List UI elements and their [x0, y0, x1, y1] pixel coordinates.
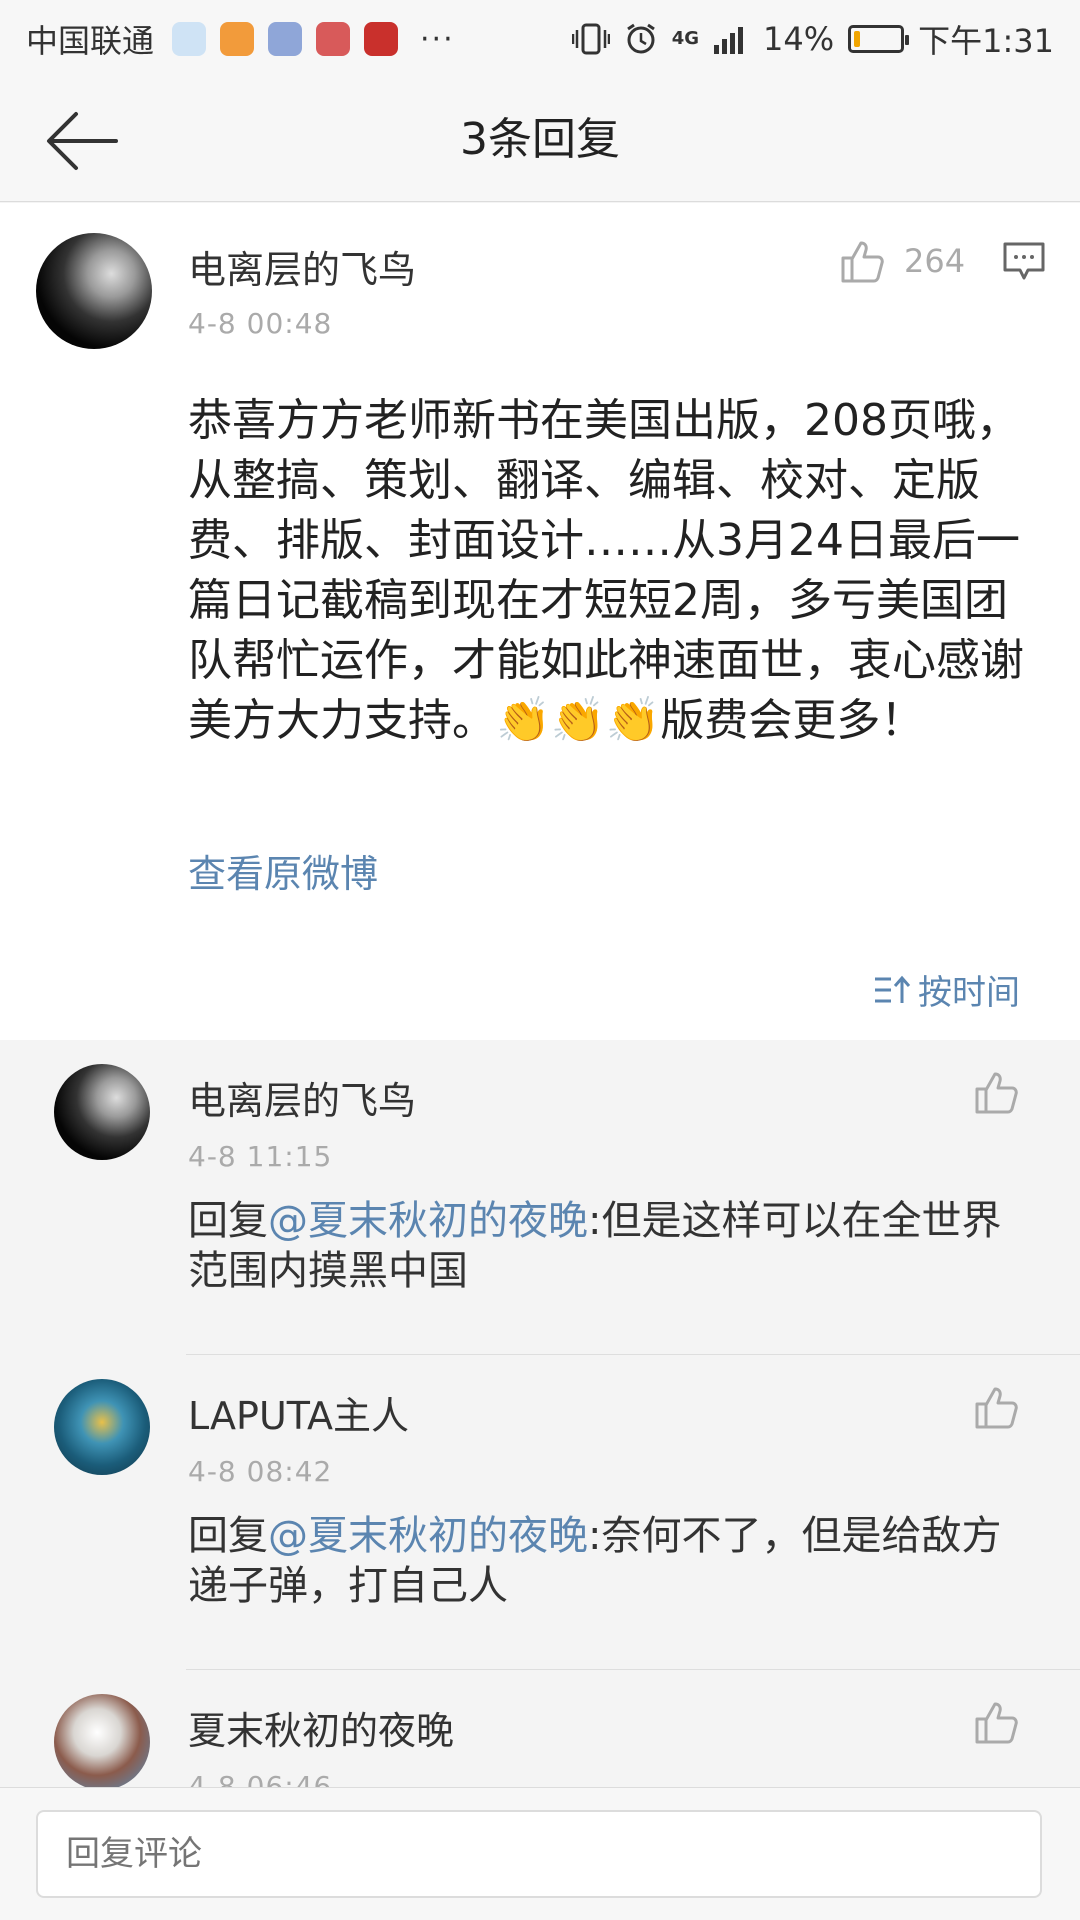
alarm-icon: [626, 23, 655, 54]
battery-percent: 14%: [763, 20, 835, 58]
thumbs-up-icon[interactable]: [974, 1070, 1020, 1114]
author-name[interactable]: 电离层的飞鸟: [188, 1070, 416, 1125]
reply-item[interactable]: LAPUTA主人 4-8 08:42 回复@夏末秋初的夜晚:奈何不了，但是给敌方…: [0, 1355, 1080, 1670]
mention-link[interactable]: @夏末秋初的夜晚: [268, 1198, 588, 1244]
reply-text: 回复@夏末秋初的夜晚:但是这样可以在全世界范围内摸黑中国: [188, 1196, 1008, 1296]
original-comment: 电离层的飞鸟 4-8 00:48 264 恭喜方方老师新书在美国出版，208页哦…: [0, 203, 1080, 1040]
red-app-icon: [316, 22, 351, 56]
comment-icon[interactable]: [1002, 241, 1046, 283]
post-body: 恭喜方方老师新书在美国出版，208页哦，从整搞、策划、翻译、编辑、校对、定版费、…: [188, 391, 1038, 751]
like-count: 264: [904, 242, 966, 280]
clapping-hands-emoji: 👏: [550, 695, 606, 746]
reply-bar: [0, 1787, 1080, 1920]
avatar[interactable]: [54, 1064, 150, 1160]
sort-label: 按时间: [918, 973, 1020, 1013]
avatar[interactable]: [36, 233, 152, 349]
clock: 下午1:31: [918, 22, 1054, 60]
post-text: 恭喜方方老师新书在美国出版，208页哦，从整搞、策划、翻译、编辑、校对、定版费、…: [188, 395, 1024, 746]
battery-icon: [848, 25, 910, 53]
reply-prefix: 回复: [188, 1198, 268, 1244]
reply-item[interactable]: 夏末秋初的夜晚 4-8 06:46: [0, 1670, 1080, 1787]
author-name[interactable]: 电离层的飞鸟: [188, 239, 416, 294]
status-bar: 中国联通 ··· 4G 14% 下午1:31: [0, 0, 1080, 78]
vibrate-icon: [571, 23, 610, 55]
signal-icon: [714, 27, 743, 54]
mention-link[interactable]: @夏末秋初的夜晚: [268, 1513, 588, 1559]
thumbs-up-icon[interactable]: [974, 1385, 1020, 1429]
thumbs-up-icon: [841, 241, 884, 283]
sort-icon: [875, 975, 911, 1003]
author-name[interactable]: LAPUTA主人: [188, 1385, 409, 1440]
avatar[interactable]: [54, 1379, 150, 1475]
page-title: 3条回复: [460, 114, 620, 165]
avatar[interactable]: [54, 1694, 150, 1787]
post-text-tail: 版费会更多！: [660, 695, 925, 746]
clapping-hands-emoji: 👏: [605, 695, 661, 746]
news-app-icon: [364, 22, 399, 56]
reply-comment-input[interactable]: [36, 1810, 1042, 1898]
music-app-icon: [268, 22, 303, 56]
reply-prefix: 回复: [188, 1513, 268, 1559]
more-notifications-icon: ···: [420, 21, 455, 57]
like-button[interactable]: 264: [840, 239, 965, 283]
reply-time: 4-8 11:15: [188, 1140, 333, 1173]
reply-time: 4-8 06:46: [188, 1770, 333, 1787]
reply-item[interactable]: 电离层的飞鸟 4-8 11:15 回复@夏末秋初的夜晚:但是这样可以在全世界范围…: [0, 1040, 1080, 1355]
reply-text: 回复@夏末秋初的夜晚:奈何不了，但是给敌方递子弹，打自己人: [188, 1511, 1008, 1611]
clapping-hands-emoji: 👏: [496, 695, 551, 746]
author-name[interactable]: 夏末秋初的夜晚: [188, 1700, 454, 1755]
browser-app-icon: [172, 22, 207, 56]
thumbs-up-icon[interactable]: [974, 1700, 1020, 1744]
view-original-link[interactable]: 查看原微博: [188, 843, 378, 898]
network-type-label: 4G: [671, 28, 699, 49]
top-bar: 3条回复: [0, 78, 1080, 202]
sort-by-time-button[interactable]: 按时间: [872, 965, 1020, 1014]
uc-browser-app-icon: [220, 22, 255, 56]
carrier-name: 中国联通: [26, 22, 155, 60]
post-time: 4-8 00:48: [188, 307, 333, 340]
reply-time: 4-8 08:42: [188, 1455, 333, 1488]
